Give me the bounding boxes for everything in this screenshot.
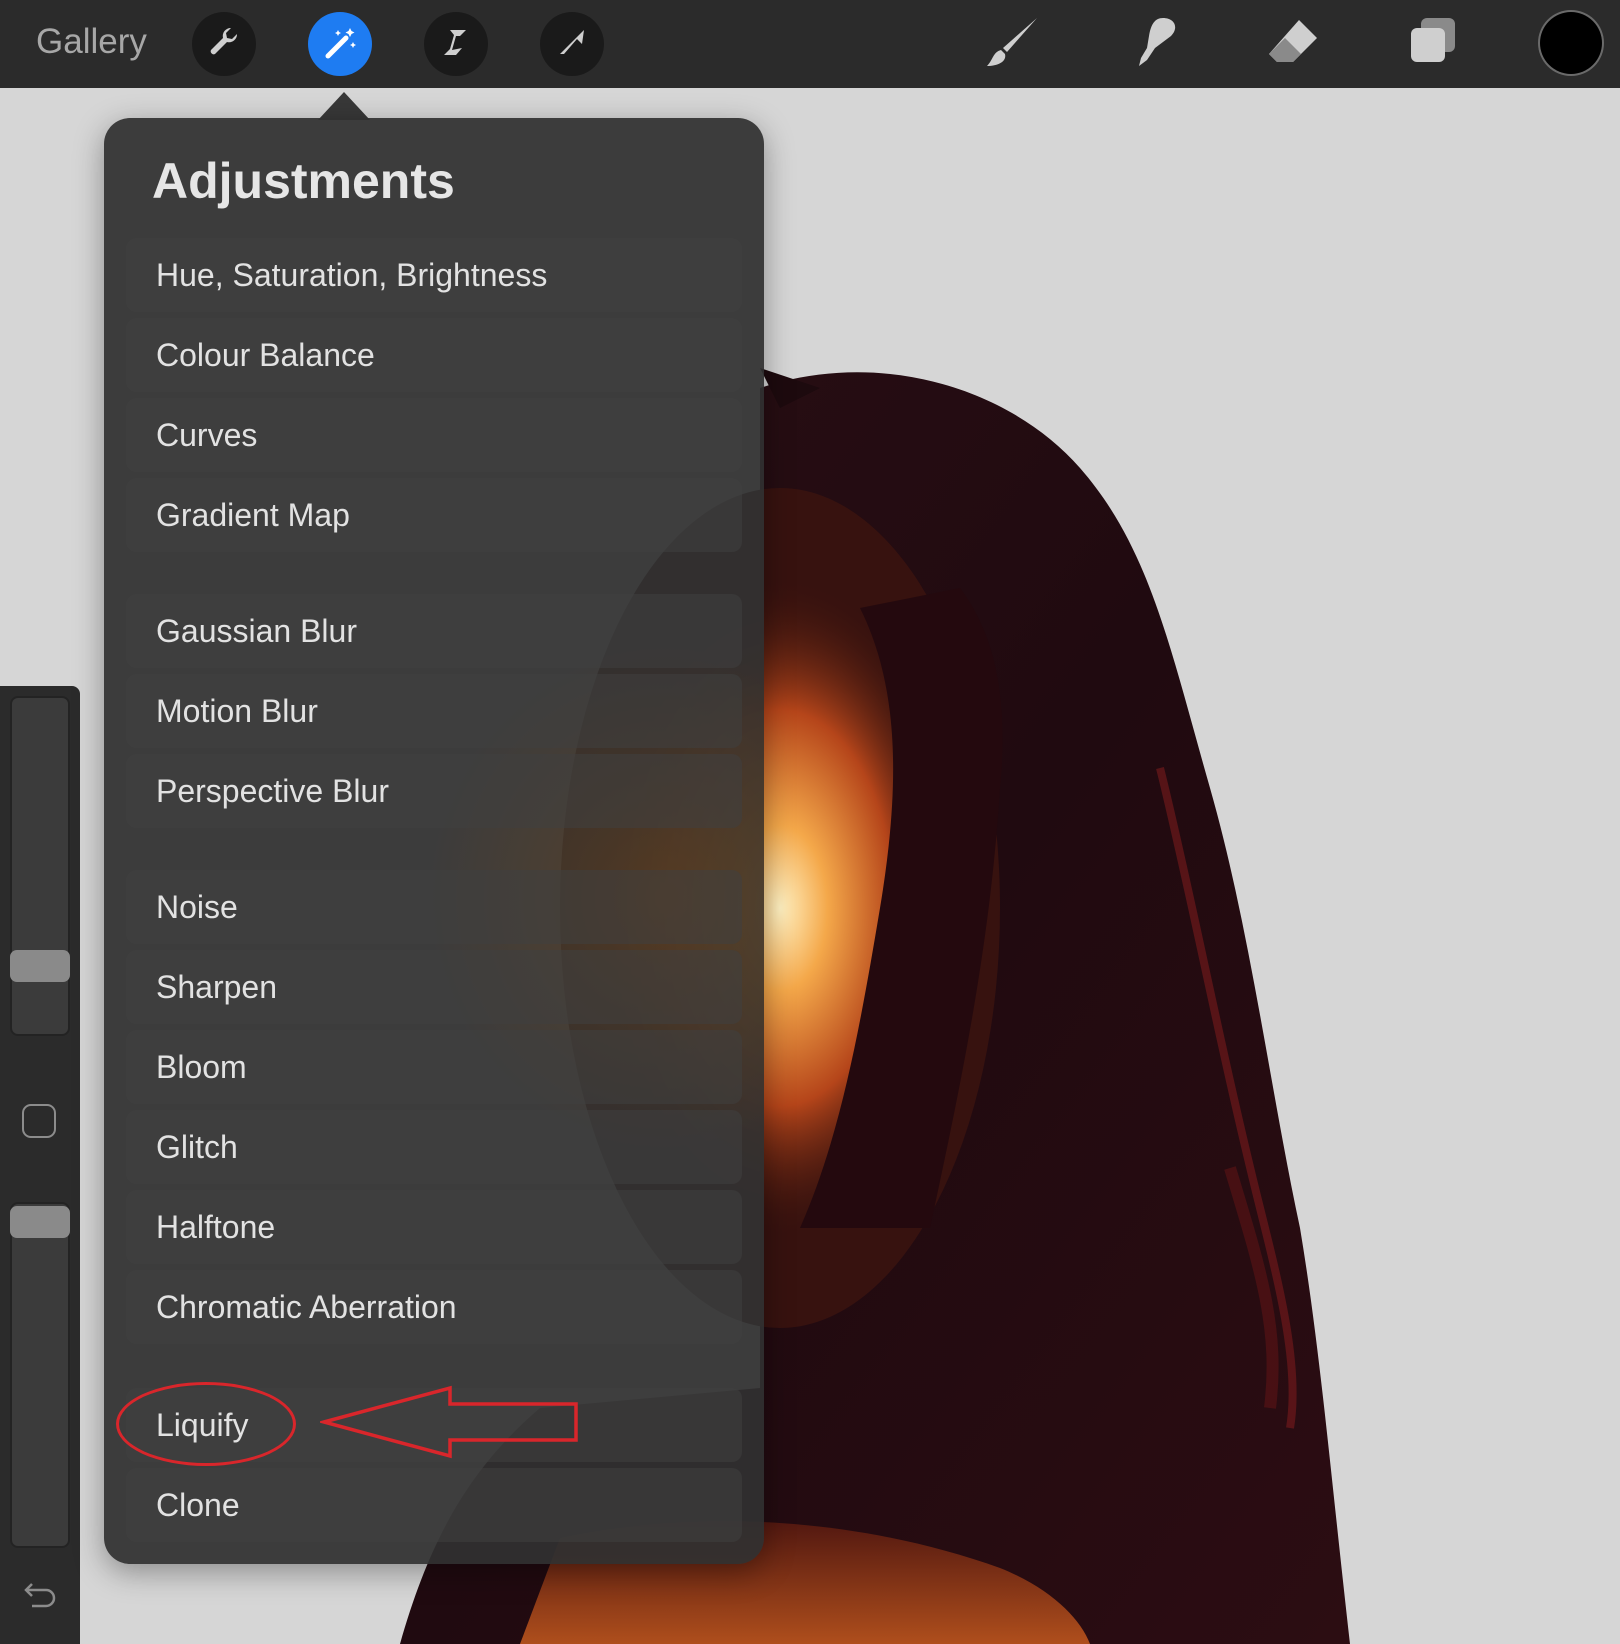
transform-button[interactable] [540, 12, 604, 76]
menu-item-noise[interactable]: Noise [126, 870, 742, 944]
menu-item-gaussian-blur[interactable]: Gaussian Blur [126, 594, 742, 668]
menu-item-chromatic-aberration[interactable]: Chromatic Aberration [126, 1270, 742, 1344]
selection-button[interactable] [424, 12, 488, 76]
menu-item-hue-saturation-brightness[interactable]: Hue, Saturation, Brightness [126, 238, 742, 312]
undo-button[interactable] [20, 1572, 60, 1612]
menu-item-curves[interactable]: Curves [126, 398, 742, 472]
menu-item-colour-balance[interactable]: Colour Balance [126, 318, 742, 392]
annotation-arrow [320, 1385, 578, 1459]
wrench-icon [204, 22, 244, 67]
brush-tool[interactable] [978, 12, 1048, 76]
eraser-icon [1265, 14, 1321, 75]
opacity-slider[interactable] [10, 1202, 70, 1548]
color-picker-button[interactable] [1540, 12, 1602, 74]
layers-tool[interactable] [1398, 12, 1468, 76]
selection-icon [436, 22, 476, 67]
menu-item-perspective-blur[interactable]: Perspective Blur [126, 754, 742, 828]
undo-icon [20, 1583, 60, 1616]
menu-item-gradient-map[interactable]: Gradient Map [126, 478, 742, 552]
top-toolbar: Gallery [0, 0, 1620, 88]
popover-pointer [318, 92, 370, 120]
menu-item-clone[interactable]: Clone [126, 1468, 742, 1542]
magic-wand-icon [320, 22, 360, 67]
layers-icon [1405, 14, 1461, 75]
brush-size-thumb[interactable] [10, 950, 70, 982]
menu-item-halftone[interactable]: Halftone [126, 1190, 742, 1264]
menu-item-sharpen[interactable]: Sharpen [126, 950, 742, 1024]
annotation-ellipse [116, 1382, 296, 1466]
opacity-thumb[interactable] [10, 1206, 70, 1238]
adjustments-button[interactable] [308, 12, 372, 76]
menu-item-glitch[interactable]: Glitch [126, 1110, 742, 1184]
smudge-tool[interactable] [1118, 12, 1188, 76]
adjustments-panel: Adjustments Hue, Saturation, Brightness … [104, 118, 764, 1564]
actions-button[interactable] [192, 12, 256, 76]
smudge-icon [1125, 14, 1181, 75]
modify-button[interactable] [22, 1104, 56, 1138]
brush-icon [983, 14, 1043, 75]
brush-size-slider[interactable] [10, 696, 70, 1036]
eraser-tool[interactable] [1258, 12, 1328, 76]
transform-icon [552, 22, 592, 67]
menu-item-bloom[interactable]: Bloom [126, 1030, 742, 1104]
gallery-button[interactable]: Gallery [36, 22, 147, 62]
menu-item-motion-blur[interactable]: Motion Blur [126, 674, 742, 748]
panel-title: Adjustments [152, 153, 455, 209]
